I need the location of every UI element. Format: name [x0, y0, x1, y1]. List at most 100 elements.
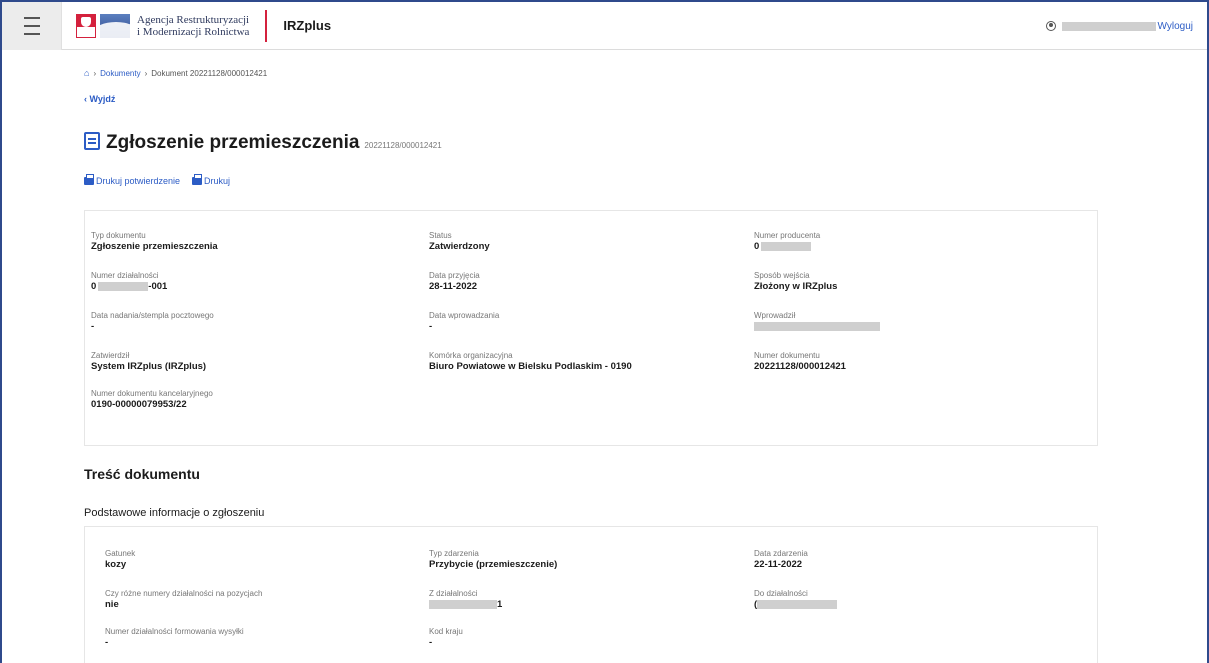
detail-label: Zatwierdził	[91, 351, 130, 360]
detail-field: Data nadania/stempla pocztowego -	[91, 311, 214, 333]
detail-value-suffix: -001	[148, 281, 168, 292]
breadcrumb-current: Dokument 20221128/000012421	[151, 68, 268, 78]
detail-label: Sposób wejścia	[754, 271, 810, 280]
detail-field: Status Zatwierdzony	[429, 231, 490, 253]
detail-field: Numer producenta 0	[754, 231, 820, 253]
logout-link[interactable]: Wyloguj	[1158, 21, 1193, 32]
info-value: nie	[105, 599, 119, 610]
top-bar: Agencja Restrukturyzacji i Modernizacji …	[2, 1, 1207, 50]
detail-label: Status	[429, 231, 452, 240]
info-value: -	[105, 637, 109, 648]
printer-icon	[192, 174, 203, 185]
info-field: Typ zdarzenia Przybycie (przemieszczenie…	[429, 549, 557, 571]
print-label: Drukuj	[204, 176, 231, 186]
info-label: Kod kraju	[429, 627, 463, 636]
detail-field: Wprowadził	[754, 311, 880, 333]
back-link[interactable]: ‹ Wyjdź	[84, 94, 115, 104]
info-label: Czy różne numery działalności na pozycja…	[105, 589, 263, 598]
section-title: Treść dokumentu	[84, 466, 200, 482]
header-divider	[265, 9, 268, 42]
detail-label: Numer działalności	[91, 271, 159, 280]
subsection-title: Podstawowe informacje o zgłoszeniu	[84, 507, 265, 519]
info-field: Kod kraju -	[429, 627, 463, 649]
info-label: Z działalności	[429, 589, 478, 598]
detail-value-text: 0	[754, 241, 760, 252]
info-field: Do działalności (	[754, 589, 838, 611]
app-name: IRZplus	[283, 18, 332, 33]
poland-emblem-icon	[76, 13, 96, 38]
redacted-value	[98, 281, 149, 291]
info-value: 1	[429, 599, 502, 611]
info-field: Data zdarzenia 22-11-2022	[754, 549, 808, 571]
info-value: (	[754, 599, 838, 611]
agency-logo[interactable]: Agencja Restrukturyzacji i Modernizacji …	[76, 2, 249, 50]
basic-info-card: Gatunek kozy Typ zdarzenia Przybycie (pr…	[84, 526, 1098, 663]
breadcrumb-separator-icon: ›	[144, 68, 148, 78]
info-label: Typ zdarzenia	[429, 549, 479, 558]
detail-value: 0	[754, 241, 820, 253]
page-title: Zgłoszenie przemieszczenia	[106, 132, 360, 153]
action-bar: Drukuj potwierdzenie Drukuj	[84, 174, 242, 186]
home-icon[interactable]: ⌂	[84, 68, 89, 78]
detail-value: 28-11-2022	[429, 281, 478, 292]
print-confirmation-label: Drukuj potwierdzenie	[96, 176, 181, 186]
hamburger-icon	[23, 14, 40, 38]
detail-field: Numer dokumentu kancelaryjnego 0190-0000…	[91, 389, 213, 411]
detail-value	[754, 321, 880, 333]
page-header: Zgłoszenie przemieszczenia 20221128/0000…	[84, 130, 442, 154]
detail-value: Zatwierdzony	[429, 241, 490, 252]
info-field: Gatunek kozy	[105, 549, 135, 571]
detail-label: Typ dokumentu	[91, 231, 146, 240]
detail-field: Numer dokumentu 20221128/000012421	[754, 351, 846, 373]
info-label: Do działalności	[754, 589, 808, 598]
detail-value: System IRZplus (IRZplus)	[91, 361, 207, 372]
document-number-subtitle: 20221128/000012421	[364, 141, 442, 150]
agency-name: Agencja Restrukturyzacji i Modernizacji …	[137, 14, 249, 38]
info-value: Przybycie (przemieszczenie)	[429, 559, 558, 570]
info-value-text: 1	[497, 599, 503, 610]
chevron-left-icon: ‹	[84, 94, 87, 104]
back-label: Wyjdź	[89, 94, 116, 104]
detail-value-text: 0	[91, 281, 97, 292]
info-label: Gatunek	[105, 549, 136, 558]
detail-label: Numer dokumentu	[754, 351, 820, 360]
detail-value: -	[91, 321, 95, 332]
detail-label: Wprowadził	[754, 311, 796, 320]
detail-value: Zgłoszenie przemieszczenia	[91, 241, 218, 252]
detail-value: Biuro Powiatowe w Bielsku Podlaskim - 01…	[429, 361, 632, 372]
info-value: -	[429, 637, 433, 648]
print-button[interactable]: Drukuj	[192, 174, 231, 186]
print-confirmation-button[interactable]: Drukuj potwierdzenie	[84, 174, 181, 186]
menu-button[interactable]	[2, 1, 62, 50]
redacted-value	[754, 321, 880, 331]
info-label: Data zdarzenia	[754, 549, 808, 558]
detail-label: Data przyjęcia	[429, 271, 480, 280]
info-field: Numer działalności formowania wysyłki -	[105, 627, 244, 649]
detail-label: Data nadania/stempla pocztowego	[91, 311, 214, 320]
detail-field: Typ dokumentu Zgłoszenie przemieszczenia	[91, 231, 218, 253]
detail-label: Komórka organizacyjna	[429, 351, 513, 360]
detail-value: 0190-00000079953/22	[91, 399, 187, 410]
detail-field: Sposób wejścia Złożony w IRZplus	[754, 271, 837, 293]
redacted-value	[757, 599, 838, 609]
agency-name-line1: Agencja Restrukturyzacji	[137, 13, 250, 26]
detail-label: Numer producenta	[754, 231, 821, 240]
user-area: Wyloguj	[1045, 2, 1193, 50]
detail-label: Data wprowadzania	[429, 311, 500, 320]
detail-value: 20221128/000012421	[754, 361, 846, 372]
user-name-redacted	[1061, 21, 1156, 31]
detail-value: 0 -001	[91, 281, 167, 293]
document-details-card: Typ dokumentu Zgłoszenie przemieszczenia…	[84, 210, 1098, 446]
redacted-value	[761, 241, 812, 251]
detail-field: Data przyjęcia 28-11-2022	[429, 271, 480, 293]
info-value: 22-11-2022	[754, 559, 803, 570]
breadcrumb-documents[interactable]: Dokumenty	[100, 69, 140, 78]
detail-field: Komórka organizacyjna Biuro Powiatowe w …	[429, 351, 632, 373]
breadcrumb: ⌂ › Dokumenty › Dokument 20221128/000012…	[84, 68, 267, 78]
printer-icon	[84, 174, 94, 185]
arimr-logo-icon	[100, 13, 130, 38]
detail-value: -	[429, 321, 433, 332]
document-icon	[84, 132, 100, 150]
info-label: Numer działalności formowania wysyłki	[105, 627, 244, 636]
breadcrumb-separator-icon: ›	[93, 68, 97, 78]
